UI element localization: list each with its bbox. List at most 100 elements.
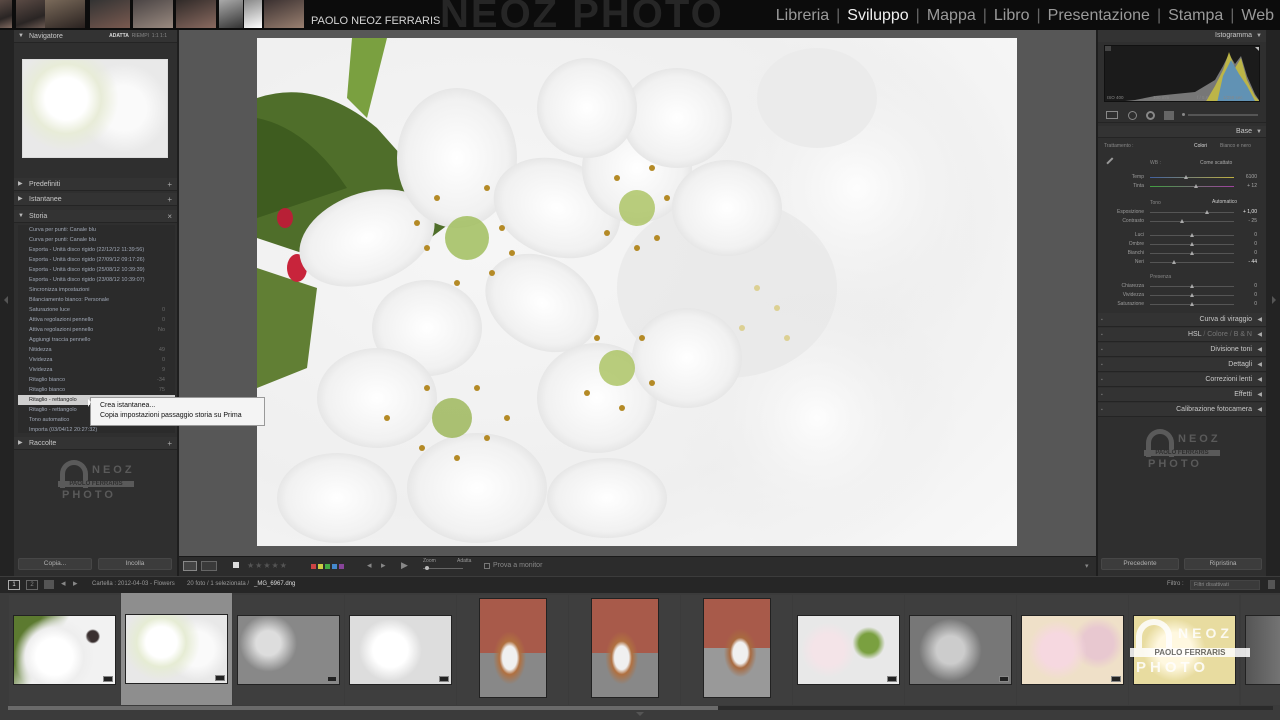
add-collection-icon[interactable]: + (167, 437, 172, 450)
left-panel-edge[interactable] (0, 30, 14, 576)
play-slideshow-icon[interactable]: ▶ (401, 560, 408, 571)
menu-item-create-snapshot[interactable]: Crea istantanea... (100, 401, 264, 411)
tab-bw[interactable]: B & N (1234, 331, 1252, 338)
history-item[interactable]: Esporta - Unità disco rigido (23/08/12 1… (18, 275, 175, 285)
slider-saturation[interactable]: Saturazione 0 (1098, 300, 1266, 309)
module-presentazione[interactable]: Presentazione (1048, 7, 1150, 25)
history-item[interactable]: Esporta - Unità disco rigido (27/09/12 0… (18, 255, 175, 265)
thumbnail[interactable] (237, 615, 340, 685)
filter-lock-icon[interactable] (1268, 580, 1275, 589)
panel-switch-icon[interactable]: ▪ (1101, 358, 1103, 372)
panel-switch-icon[interactable]: ▪ (1101, 343, 1103, 357)
copy-button[interactable]: Copia... (18, 558, 92, 570)
grid-view-icon[interactable] (44, 580, 54, 589)
history-item[interactable]: Vividezza 9 (18, 365, 175, 375)
back-arrow-icon[interactable]: ◂ (61, 578, 66, 589)
filmstrip-cell[interactable] (9, 595, 120, 705)
history-item[interactable]: Importa (03/04/12 20:27:32) (18, 425, 175, 435)
history-item[interactable]: Ritaglio bianco 75 (18, 385, 175, 395)
history-item[interactable]: Nitidezza 49 (18, 345, 175, 355)
history-item[interactable]: Ritaglio bianco -34 (18, 375, 175, 385)
flag-icon[interactable] (233, 562, 239, 568)
slider-exposure[interactable]: Esposizione + 1,00 (1098, 208, 1266, 217)
graduated-filter-icon[interactable] (1164, 111, 1174, 120)
module-libro[interactable]: Libro (994, 7, 1030, 25)
zoom-fill[interactable]: RIEMPI (132, 33, 149, 39)
color-label-green-icon[interactable] (325, 564, 330, 569)
history-item[interactable]: Aggiungi traccia pennello (18, 335, 175, 345)
presets-header[interactable]: ▶ Predefiniti + (14, 178, 177, 191)
slider-whites[interactable]: Bianchi 0 (1098, 249, 1266, 258)
softproof-checkbox[interactable] (484, 563, 490, 569)
collections-header[interactable]: ▶ Raccolte + (14, 437, 177, 450)
panel-switch-icon[interactable]: ▪ (1101, 403, 1103, 417)
basic-header[interactable]: Base ▼ (1098, 126, 1266, 138)
slider-blacks[interactable]: Neri - 44 (1098, 258, 1266, 267)
zoom-1-1[interactable]: 1:1 (152, 33, 159, 39)
panel-switch-icon[interactable]: ▪ (1101, 373, 1103, 387)
thumbnail[interactable] (909, 615, 1012, 685)
thumbnail[interactable] (1021, 615, 1124, 685)
module-stampa[interactable]: Stampa (1168, 7, 1223, 25)
tab-color[interactable]: Colore (1207, 331, 1228, 338)
current-filename[interactable]: _MG_6967.dng (254, 581, 295, 587)
spot-removal-icon[interactable] (1128, 111, 1137, 120)
previous-photo-icon[interactable]: ◂ (367, 560, 372, 571)
history-item[interactable]: Vividezza 0 (18, 355, 175, 365)
auto-tone-button[interactable]: Automatico (1212, 199, 1237, 205)
histogram[interactable]: ISO 400 100 mm f / 5,6 1/250 sec (1104, 45, 1260, 102)
filmstrip-cell[interactable] (793, 595, 904, 705)
toolbar-menu-icon[interactable]: ▾ (1085, 562, 1089, 570)
brush-icon[interactable] (1182, 113, 1185, 116)
history-item[interactable]: Curva per punti: Canale blu (18, 235, 175, 245)
paste-button[interactable]: Incolla (98, 558, 172, 570)
module-web[interactable]: Web (1241, 7, 1274, 25)
rating-stars-icon[interactable]: ★★★★★ (247, 561, 288, 570)
slider-contrast[interactable]: Contrasto - 25 (1098, 217, 1266, 226)
panel-switch-icon[interactable]: ▪ (1101, 388, 1103, 402)
before-after-icon[interactable] (201, 561, 217, 571)
slider-vibrance[interactable]: Vividezza 0 (1098, 291, 1266, 300)
color-label-yellow-icon[interactable] (318, 564, 323, 569)
zoom-slider-knob[interactable] (425, 566, 429, 570)
history-item[interactable]: Sincronizza impostazioni (18, 285, 175, 295)
history-header[interactable]: ▼ Storia × (14, 210, 177, 223)
wb-eyedropper-icon[interactable] (1106, 157, 1118, 169)
section-tone-curve[interactable]: ▪ Curva di viraggio ◀ (1098, 313, 1266, 327)
history-item[interactable]: Esporta - Unità disco rigido (22/12/12 1… (18, 245, 175, 255)
right-panel-edge[interactable] (1266, 30, 1280, 576)
thumbnail[interactable] (349, 615, 452, 685)
filmstrip-cell-selected[interactable] (121, 593, 232, 705)
slider-clarity[interactable]: Chiarezza 0 (1098, 282, 1266, 291)
treatment-bw[interactable]: Bianco e nero (1220, 143, 1251, 149)
treatment-color[interactable]: Colori (1194, 143, 1207, 149)
filmstrip-cell[interactable] (681, 595, 792, 705)
section-split-toning[interactable]: ▪ Divisione toni ◀ (1098, 343, 1266, 357)
navigator-zoom-options[interactable]: ADATTA RIEMPI 1:1 1:1 (109, 30, 167, 43)
zoom-slider[interactable] (423, 568, 463, 569)
thumbnail[interactable] (703, 598, 771, 698)
main-window-button[interactable]: 1 (8, 580, 20, 590)
snapshots-header[interactable]: ▶ Istantanee + (14, 193, 177, 206)
slider-shadows[interactable]: Ombre 0 (1098, 240, 1266, 249)
section-detail[interactable]: ▪ Dettagli ◀ (1098, 358, 1266, 372)
tool-slider[interactable] (1188, 114, 1258, 116)
collapse-filmstrip-icon[interactable] (636, 712, 644, 716)
color-label-blue-icon[interactable] (332, 564, 337, 569)
tab-hsl[interactable]: HSL (1188, 331, 1201, 338)
filmstrip-scrollbar[interactable] (8, 706, 1273, 710)
panel-switch-icon[interactable]: ▪ (1101, 313, 1103, 327)
thumbnail[interactable] (13, 615, 116, 685)
section-hsl[interactable]: ▪ HSL / Colore / B & N ◀ (1098, 328, 1266, 342)
add-preset-icon[interactable]: + (167, 178, 172, 191)
filter-dropdown[interactable]: Filtri disattivati (1190, 580, 1260, 590)
source-folder[interactable]: Cartella : 2012-04-03 - Flowers (92, 581, 175, 587)
history-item[interactable]: Attiva regolazioni pennello 0 (18, 315, 175, 325)
menu-item-copy-to-before[interactable]: Copia impostazioni passaggio storia su P… (100, 411, 264, 421)
filmstrip-cell[interactable] (569, 595, 680, 705)
zoom-fit[interactable]: ADATTA (109, 33, 129, 39)
filmstrip-cell[interactable] (457, 595, 568, 705)
slider-tint[interactable]: Tinta + 12 (1098, 182, 1266, 191)
color-label-red-icon[interactable] (311, 564, 316, 569)
history-item[interactable]: Bilanciamento bianco: Personale (18, 295, 175, 305)
